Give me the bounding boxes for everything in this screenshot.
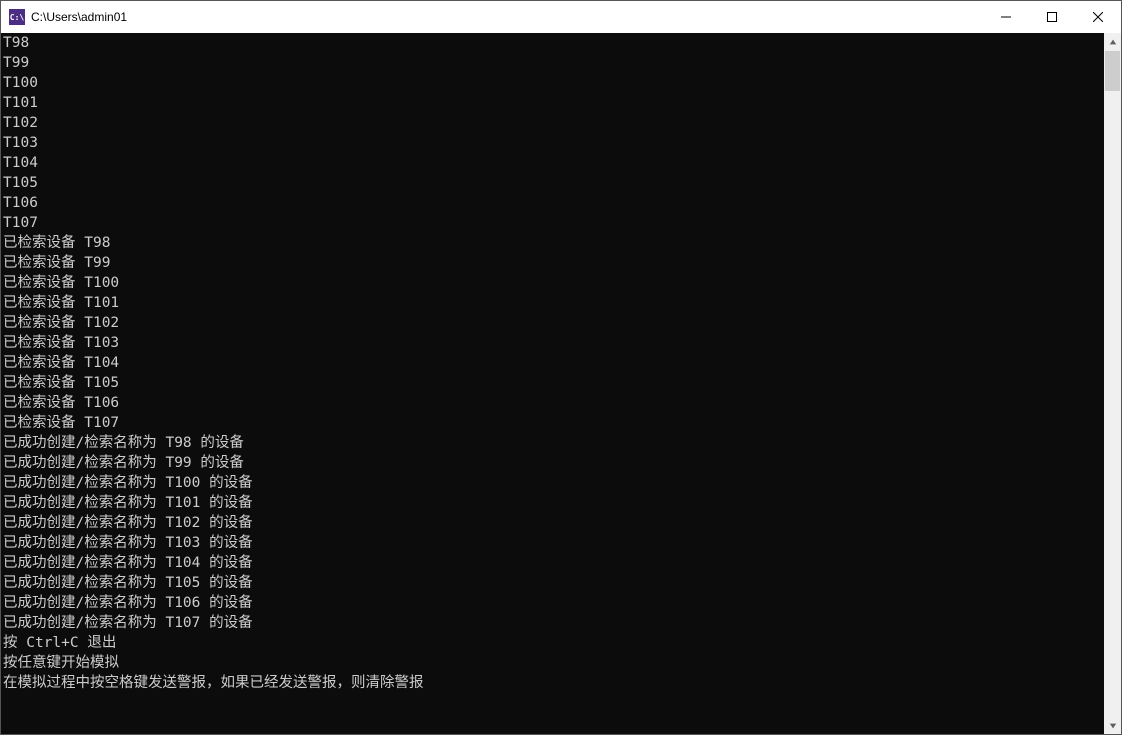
console-line: T100	[3, 73, 1104, 93]
scrollbar-thumb[interactable]	[1105, 51, 1120, 91]
app-icon: C:\	[9, 9, 25, 25]
scrollbar-down-button[interactable]	[1104, 717, 1121, 734]
console-line: T103	[3, 133, 1104, 153]
titlebar-controls	[983, 1, 1121, 33]
console-line: 已检索设备 T104	[3, 353, 1104, 373]
console-line: 已成功创建/检索名称为 T102 的设备	[3, 513, 1104, 533]
console-line: T104	[3, 153, 1104, 173]
titlebar: C:\ C:\Users\admin01	[1, 1, 1121, 33]
maximize-icon	[1047, 12, 1057, 22]
console-line: 已检索设备 T106	[3, 393, 1104, 413]
console-line: 按 Ctrl+C 退出	[3, 633, 1104, 653]
console-line: 已成功创建/检索名称为 T103 的设备	[3, 533, 1104, 553]
console-line: 已成功创建/检索名称为 T99 的设备	[3, 453, 1104, 473]
console-line: T99	[3, 53, 1104, 73]
minimize-button[interactable]	[983, 1, 1029, 33]
minimize-icon	[1001, 12, 1011, 22]
chevron-up-icon	[1109, 38, 1117, 46]
console-line: 已成功创建/检索名称为 T101 的设备	[3, 493, 1104, 513]
console-line: 已成功创建/检索名称为 T105 的设备	[3, 573, 1104, 593]
console-line: T107	[3, 213, 1104, 233]
console-line: 已检索设备 T107	[3, 413, 1104, 433]
console-line: 已检索设备 T101	[3, 293, 1104, 313]
console-output[interactable]: T98T99T100T101T102T103T104T105T106T107已检…	[1, 33, 1104, 734]
chevron-down-icon	[1109, 722, 1117, 730]
console-line: 已检索设备 T100	[3, 273, 1104, 293]
console-window: C:\ C:\Users\admin01 T98T99T100T101T102T…	[0, 0, 1122, 735]
console-line: 按任意键开始模拟	[3, 653, 1104, 673]
console-line: 在模拟过程中按空格键发送警报，如果已经发送警报，则清除警报	[3, 673, 1104, 693]
console-line: 已检索设备 T102	[3, 313, 1104, 333]
console-line: T106	[3, 193, 1104, 213]
console-line: 已成功创建/检索名称为 T98 的设备	[3, 433, 1104, 453]
vertical-scrollbar[interactable]	[1104, 33, 1121, 734]
console-line: T101	[3, 93, 1104, 113]
console-line: T105	[3, 173, 1104, 193]
content-area: T98T99T100T101T102T103T104T105T106T107已检…	[1, 33, 1121, 734]
console-line: 已成功创建/检索名称为 T104 的设备	[3, 553, 1104, 573]
console-line: T98	[3, 33, 1104, 53]
console-line: 已成功创建/检索名称为 T100 的设备	[3, 473, 1104, 493]
maximize-button[interactable]	[1029, 1, 1075, 33]
console-line: 已检索设备 T98	[3, 233, 1104, 253]
console-line: 已成功创建/检索名称为 T107 的设备	[3, 613, 1104, 633]
console-line: 已检索设备 T99	[3, 253, 1104, 273]
console-line: 已检索设备 T105	[3, 373, 1104, 393]
close-icon	[1093, 12, 1103, 22]
window-title: C:\Users\admin01	[31, 10, 983, 24]
console-line: 已成功创建/检索名称为 T106 的设备	[3, 593, 1104, 613]
close-button[interactable]	[1075, 1, 1121, 33]
console-line: T102	[3, 113, 1104, 133]
scrollbar-up-button[interactable]	[1104, 33, 1121, 50]
console-line: 已检索设备 T103	[3, 333, 1104, 353]
